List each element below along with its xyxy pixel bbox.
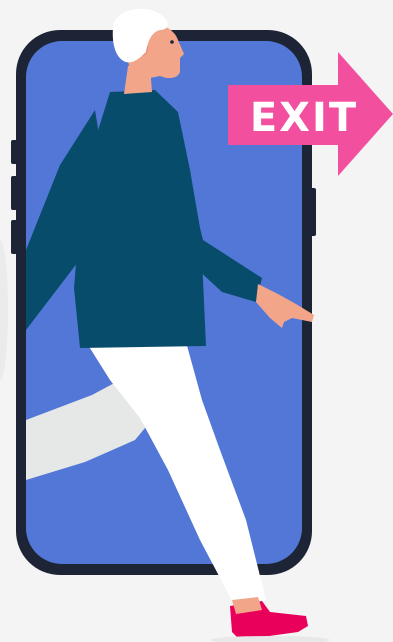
ground-shadow	[210, 636, 330, 642]
exit-sign-label: EXIT	[250, 95, 358, 141]
eye	[170, 40, 174, 44]
background-blob	[0, 240, 8, 380]
exit-illustration: EXIT	[0, 0, 393, 642]
illustration-canvas: EXIT	[0, 8, 393, 642]
